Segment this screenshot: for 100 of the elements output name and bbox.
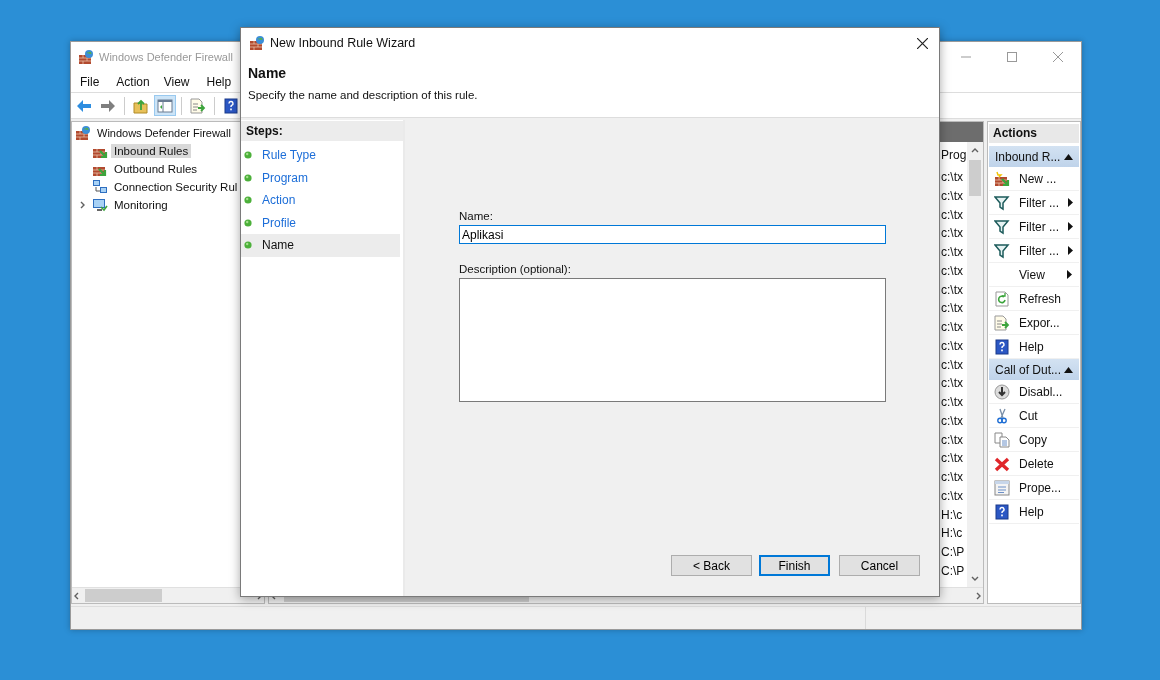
filter-icon [994,242,1010,259]
dialog-button[interactable]: Cancel [839,555,920,576]
field-label: Name: [459,210,494,222]
step-dot-icon [244,196,252,205]
command-item[interactable]: Refresh [989,287,1079,311]
section-title: Call of Dut... [995,362,1062,377]
export-icon [994,314,1010,331]
forward-arrow-icon [100,97,116,114]
table-cell-text: c:\tx [941,337,964,355]
step-item[interactable]: Program [241,166,400,189]
tree-item[interactable]: Outbound Rules [111,162,201,176]
step-item[interactable]: Name [241,234,400,257]
collapse-triangle-icon[interactable] [1064,153,1073,160]
command-item[interactable]: Expor... [989,311,1079,335]
section-header[interactable]: Inbound R... [989,146,1079,167]
step-dot-icon [244,241,252,250]
table-cell-text: c:\tx [941,356,964,374]
tree-item[interactable]: Windows Defender Firewall [94,126,234,140]
actions-header: Actions [989,124,1079,143]
monitor-icon [92,197,108,213]
refresh-icon [994,290,1010,307]
menu-item[interactable]: Action [110,73,156,91]
field-label: Description (optional): [459,263,572,275]
folder-icon [133,97,149,114]
command-item[interactable]: Help [989,500,1079,524]
scissors-icon [994,407,1010,424]
command-item[interactable]: Delete [989,452,1079,476]
close-icon [916,37,928,49]
table-cell-text: c:\tx [941,169,964,186]
tree-item[interactable]: Connection Security Rul [111,180,241,194]
table-cell-text: c:\tx [941,206,964,224]
table-cell-text: c:\tx [941,375,964,393]
table-cell-text: c:\tx [941,225,964,243]
maximize-icon [1007,52,1017,62]
table-cell-text: c:\tx [941,450,964,468]
dialog-title: New Inbound Rule Wizard [270,36,416,50]
tree-item[interactable]: Inbound Rules [111,144,192,158]
command-item[interactable]: New ... [989,167,1079,191]
firewall-icon [249,35,265,51]
table-cell-text: c:\tx [941,487,964,505]
export-icon [190,97,206,114]
window-title: Windows Defender Firewall [99,51,233,63]
table-cell-text: c:\tx [941,187,964,205]
help-icon [994,503,1010,520]
collapse-triangle-icon[interactable] [1064,366,1073,373]
horizontal-scrollbar[interactable] [72,587,264,603]
table-cell-text: c:\tx [941,262,964,280]
vertical-scrollbar[interactable] [967,142,983,587]
step-item[interactable]: Rule Type [241,144,400,167]
page-description: Specify the name and description of this rule. [248,89,479,101]
step-dot-icon [244,218,252,227]
delete-icon [994,455,1010,472]
table-cell-text: c:\tx [941,244,964,261]
menu-item[interactable]: File [74,73,106,91]
dialog-button[interactable]: Finish [759,555,830,576]
close-icon [1053,52,1063,62]
command-item[interactable]: Filter ... [989,215,1079,239]
help-icon [223,97,239,114]
table-cell-text: c:\tx [941,319,964,336]
toolbar-button[interactable] [154,95,176,116]
computers-icon [92,179,108,195]
table-cell-text: C:\P [941,562,966,580]
page-heading: Name [248,65,288,81]
disable-icon [994,383,1010,400]
command-item[interactable]: Disabl... [989,380,1079,404]
command-item[interactable]: Copy [989,428,1079,452]
steps-header: Steps: [241,121,403,141]
table-cell-text: H:\c [941,525,964,543]
description-field[interactable] [459,278,886,402]
firewall-icon [75,125,91,141]
filter-icon [994,194,1010,211]
command-item[interactable]: Cut [989,404,1079,428]
command-item[interactable]: Prope... [989,476,1079,500]
column-header[interactable]: Prog [941,142,967,168]
table-cell-text: c:\tx [941,469,964,486]
properties-icon [994,479,1010,496]
table-cell-text: H:\c [941,506,964,524]
table-cell-text: C:\P [941,544,966,561]
filter-icon [994,218,1010,235]
step-item[interactable]: Action [241,189,400,212]
step-dot-icon [244,151,252,160]
section-title: Inbound R... [995,149,1061,164]
menu-item[interactable]: View [157,73,196,91]
scrollbar-thumb[interactable] [85,589,162,602]
menu-item[interactable]: Help [200,73,238,91]
table-cell-text: c:\tx [941,431,964,449]
dialog-button[interactable]: < Back [671,555,752,576]
brick-wall-icon [994,170,1010,187]
command-item[interactable]: View [989,263,1079,287]
table-cell-text: c:\tx [941,281,964,299]
step-item[interactable]: Profile [241,211,400,234]
tree-item[interactable]: Monitoring [111,198,171,212]
command-item[interactable]: Filter ... [989,239,1079,263]
copy-icon [994,431,1010,448]
scrollbar-thumb[interactable] [969,160,981,196]
name-field[interactable]: Aplikasi [459,225,886,244]
section-header[interactable]: Call of Dut... [989,359,1079,380]
command-item[interactable]: Filter ... [989,191,1079,215]
step-dot-icon [244,173,252,182]
table-cell-text: c:\tx [941,394,964,411]
